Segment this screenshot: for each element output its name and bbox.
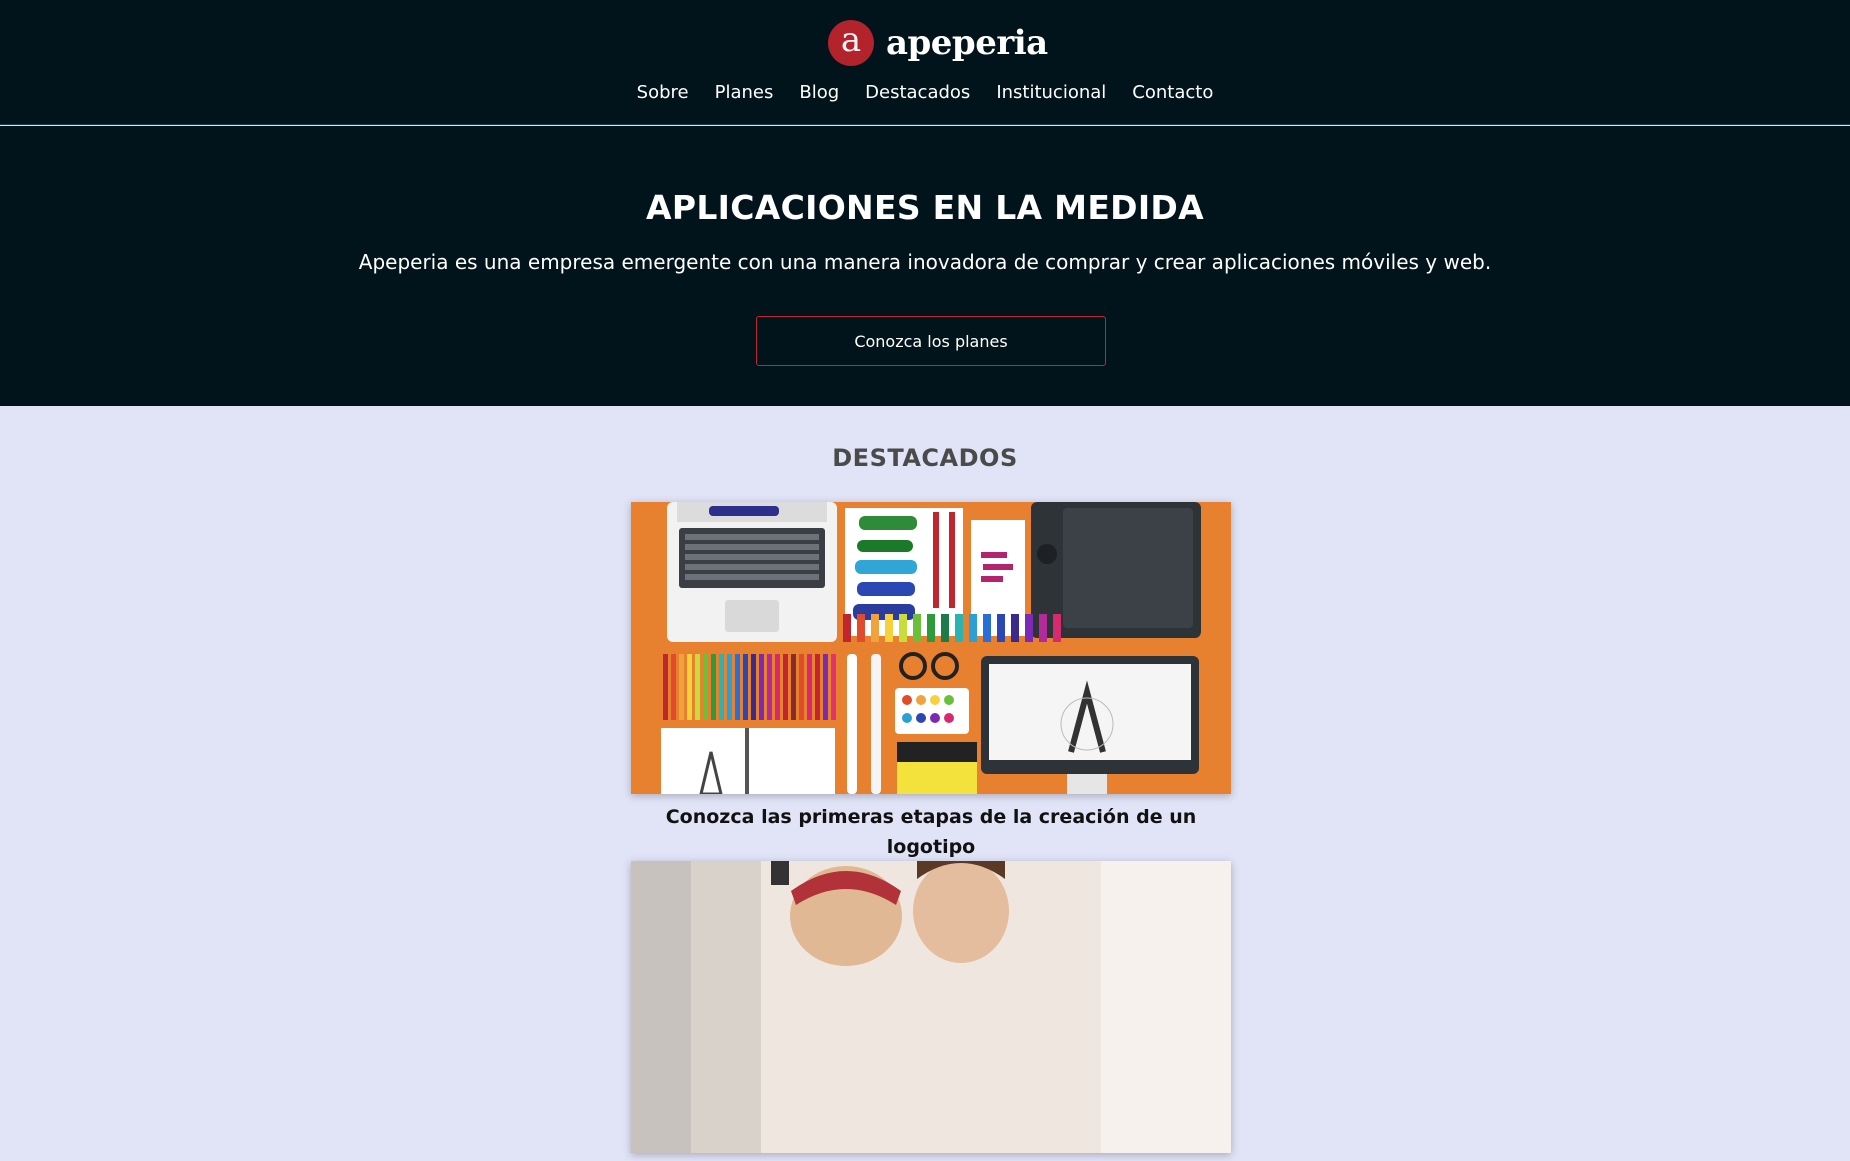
nav-link-institucional[interactable]: Institucional [983, 78, 1119, 108]
brand-logo-link[interactable]: a apeperia [828, 20, 1048, 66]
hero-section: APLICACIONES EN LA MEDIDA Apeperia es un… [0, 126, 1850, 406]
nav-link-blog[interactable]: Blog [786, 78, 852, 108]
nav-link-sobre[interactable]: Sobre [624, 78, 702, 108]
featured-heading: DESTACADOS [832, 444, 1018, 472]
brand-name: apeperia [886, 23, 1048, 63]
featured-card [631, 861, 1231, 1161]
team-photo [631, 861, 1231, 1153]
featured-section: DESTACADOS Conozca las primeras etapas d… [0, 406, 1850, 1153]
nav-link-contacto[interactable]: Contacto [1119, 78, 1226, 108]
logo-icon: a [828, 20, 874, 66]
hero-title: APLICACIONES EN LA MEDIDA [646, 188, 1204, 227]
featured-card-image-link[interactable] [631, 502, 1231, 794]
featured-card: Conozca las primeras etapas de la creaci… [631, 502, 1231, 862]
main-nav: Sobre Planes Blog Destacados Institucion… [0, 78, 1850, 108]
featured-card-image-link[interactable] [631, 861, 1231, 1153]
site-header: a apeperia Sobre Planes Blog Destacados … [0, 0, 1850, 125]
nav-link-planes[interactable]: Planes [702, 78, 787, 108]
featured-card-title-link[interactable]: Conozca las primeras etapas de la creaci… [666, 806, 1197, 858]
hero-subtitle: Apeperia es una empresa emergente con un… [358, 250, 1492, 274]
logo-letter: a [840, 20, 862, 60]
featured-card-title: Conozca las primeras etapas de la creaci… [631, 802, 1231, 862]
nav-link-destacados[interactable]: Destacados [852, 78, 983, 108]
view-plans-button[interactable]: Conozca los planes [756, 316, 1106, 366]
design-tools-illustration [631, 502, 1231, 794]
